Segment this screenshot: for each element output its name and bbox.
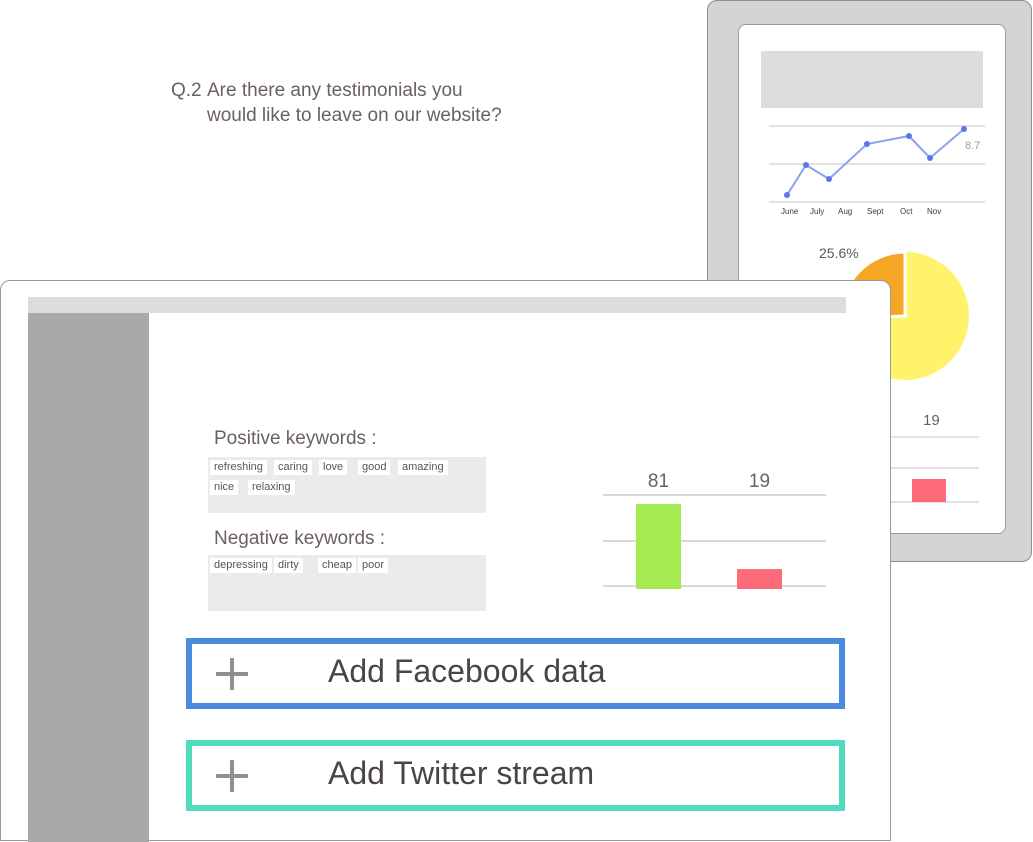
- negative-keywords-heading: Negative keywords :: [214, 528, 386, 549]
- line-point: [906, 133, 912, 139]
- keyword-chip: good: [358, 460, 391, 475]
- add-facebook-data-button[interactable]: Add Facebook data: [186, 638, 845, 709]
- add-twitter-label: Add Twitter stream: [328, 755, 595, 791]
- keyword-bar-chart: 81 19: [603, 471, 826, 589]
- question-number: Q.2: [171, 80, 202, 101]
- question-line-2: would like to leave on our website?: [207, 105, 502, 126]
- line-point: [803, 162, 809, 168]
- keyword-chip: relaxing: [248, 480, 295, 495]
- add-twitter-stream-button[interactable]: Add Twitter stream: [186, 740, 845, 811]
- line-point: [826, 176, 832, 182]
- keyword-chip: poor: [358, 558, 389, 573]
- keyword-chip: amazing: [398, 460, 448, 475]
- negative-keywords-box: depressing dirty cheap poor: [208, 555, 486, 611]
- plus-icon: [216, 658, 248, 690]
- month-tick-label: Oct: [900, 207, 913, 216]
- line-point: [864, 141, 870, 147]
- bar: [636, 504, 681, 589]
- month-tick-label: Nov: [927, 207, 941, 216]
- keyword-chip: caring: [274, 460, 312, 475]
- line-point: [961, 126, 967, 132]
- keyword-chip: cheap: [318, 558, 356, 573]
- month-tick-label: Aug: [838, 207, 852, 216]
- tablet-bar-value: 19: [923, 412, 940, 429]
- keyword-chip: nice: [210, 480, 239, 495]
- keyword-chip: dirty: [274, 558, 303, 573]
- add-facebook-label: Add Facebook data: [328, 653, 606, 689]
- positive-keywords-box: refreshing caring love good amazing nice…: [208, 457, 486, 513]
- keyword-chip: love: [319, 460, 348, 475]
- tablet-end-value: 8.7: [965, 140, 980, 152]
- positive-keywords-heading: Positive keywords :: [214, 428, 377, 449]
- plus-icon: [216, 760, 248, 792]
- keyword-chip: depressing: [210, 558, 272, 573]
- line-point: [927, 155, 933, 161]
- bar-value-label: 81: [648, 471, 669, 492]
- month-tick-label: Sept: [867, 207, 884, 216]
- keyword-chip: refreshing: [210, 460, 267, 475]
- question-line-1: Are there any testimonials you: [207, 80, 463, 101]
- bar: [737, 569, 782, 589]
- tablet-bar: [912, 479, 946, 502]
- question-text: Q.2 Are there any testimonials you would …: [171, 78, 502, 128]
- bar-value-label: 19: [749, 471, 770, 492]
- laptop-sidebar: [28, 313, 149, 842]
